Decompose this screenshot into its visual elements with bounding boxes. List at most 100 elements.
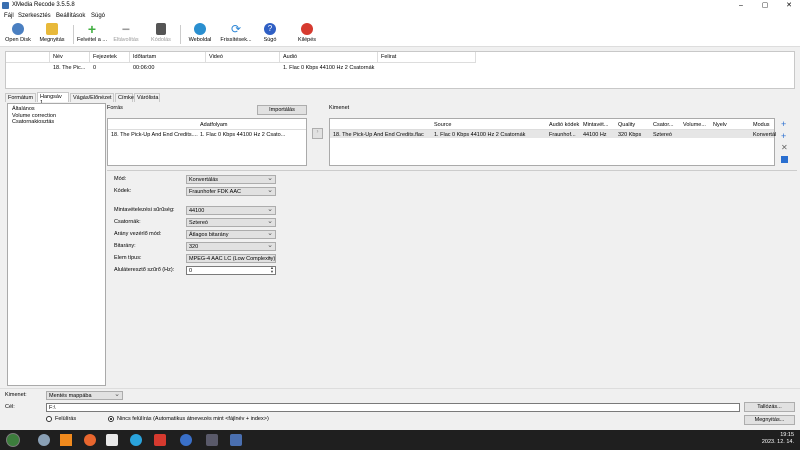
app-icon-3[interactable] (180, 434, 192, 446)
col-header-duration[interactable]: Időtartam (130, 52, 206, 63)
output-col-source: Source (434, 122, 452, 128)
refresh-icon: ⟳ (230, 22, 242, 36)
menu-help[interactable]: Súgó (91, 13, 105, 19)
overwrite-radio-label[interactable]: Felülírás (55, 416, 76, 422)
app-icon (2, 2, 9, 9)
telegram-icon[interactable] (130, 434, 142, 446)
col-header-video[interactable]: Videó (206, 52, 280, 63)
firefox-icon[interactable] (84, 434, 96, 446)
website-button[interactable]: Weboldal (184, 23, 216, 46)
open-disk-button[interactable]: Open Disk (3, 23, 33, 46)
codec-dropdown[interactable]: Fraunhofer FDK AAC (186, 186, 276, 196)
col-header-empty[interactable] (6, 52, 50, 63)
tab-queue[interactable]: Várólista (134, 93, 160, 102)
overwrite-radio[interactable] (46, 416, 52, 422)
globe-icon (194, 23, 206, 35)
settings-nav-list: Általános Volume correction Csatornakios… (7, 103, 106, 386)
tab-cut-preview[interactable]: Vágás/Előnézet (70, 93, 114, 102)
add-output-icon[interactable]: + (781, 120, 786, 129)
start-orb-icon[interactable] (6, 433, 20, 447)
add-copy-icon[interactable]: + (781, 132, 786, 141)
app-icon-2[interactable] (154, 434, 166, 446)
lowpass-label: Aluláteresztő szűrő (Hz): (114, 267, 175, 273)
samplerate-label: Mintavételezési sűrűség: (114, 207, 175, 213)
import-button[interactable]: Importálás (257, 105, 307, 115)
col-header-chapters[interactable]: Fejezetek (90, 52, 130, 63)
source-file-name: 18. The Pick-Up And End Credits.... (111, 132, 198, 138)
toolbar: Open Disk Megnyitás + Felvétel a ... − E… (0, 22, 800, 47)
source-stream-list[interactable]: Adatfolyam 18. The Pick-Up And End Credi… (107, 118, 307, 166)
output-stream-list[interactable]: Source Audió kódek Mintavét... Quality C… (329, 118, 777, 166)
folder-open-icon (46, 23, 58, 35)
source-stream: 1. Flac 0 Kbps 44100 Hz 2 Csato... (200, 132, 286, 138)
browse-button[interactable]: Tallózás... (744, 402, 795, 412)
delete-output-icon[interactable]: ✕ (781, 144, 788, 152)
stepper-arrows-icon[interactable]: ▲ ▼ (270, 266, 274, 274)
rate-control-dropdown[interactable]: Átlagos bitarány (186, 229, 276, 239)
bitrate-dropdown[interactable]: 320 (186, 241, 276, 251)
app-icon-1[interactable] (106, 434, 118, 446)
encode-button[interactable]: Kódolás (147, 23, 175, 46)
app-icon-4[interactable] (206, 434, 218, 446)
mode-dropdown[interactable]: Konvertálás (186, 174, 276, 184)
toolbar-separator (180, 25, 181, 44)
vlc-icon[interactable] (60, 434, 72, 446)
col-header-subtitle[interactable]: Felirat (378, 52, 476, 63)
output-source: 1. Flac 0 Kbps 44100 Hz 2 Csatornák (434, 132, 526, 138)
samplerate-dropdown[interactable]: 44100 (186, 205, 276, 215)
lowpass-value: 0 (189, 268, 193, 274)
no-overwrite-radio[interactable] (108, 416, 114, 422)
maximize-button[interactable]: ▢ (754, 0, 776, 12)
menu-edit[interactable]: Szerkesztés (18, 13, 51, 19)
file-explorer-icon[interactable] (38, 434, 50, 446)
exit-icon (301, 23, 313, 35)
menu-bar: Fájl Szerkesztés Beállítások Súgó (0, 12, 800, 22)
tab-tags[interactable]: Címke (115, 93, 134, 102)
title-bar: XMedia Recode 3.5.5.8 – ▢ ✕ (0, 0, 800, 12)
help-button[interactable]: ? Súgó (258, 23, 282, 46)
remove-button[interactable]: − Eltávolítás (111, 22, 141, 46)
add-stream-arrow-button[interactable]: › (312, 128, 323, 139)
mode-label: Mód: (114, 176, 127, 182)
close-button[interactable]: ✕ (778, 0, 800, 12)
menu-settings[interactable]: Beállítások (56, 13, 85, 19)
channels-dropdown[interactable]: Sztereó (186, 217, 276, 227)
clock-time: 19:15 (780, 432, 794, 438)
clock[interactable]: 19:15 2023. 12. 14. (762, 432, 794, 446)
element-type-dropdown[interactable]: MPEG-4 AAC LC (Low Complexity) (186, 254, 276, 263)
output-target-dropdown[interactable]: Mentés mappába (46, 390, 123, 400)
target-path-input[interactable]: F:\ (46, 403, 740, 412)
output-quality: 320 Kbps (618, 132, 642, 138)
file-audio-cell: 1. Flac 0 Kbps 44100 Hz 2 Csatornák (283, 65, 375, 71)
output-col-mode: Modus (753, 122, 770, 128)
output-col-codec: Audió kódek (549, 122, 580, 128)
bitrate-label: Bitarány: (114, 243, 136, 249)
exit-button[interactable]: Kilépés (292, 23, 322, 46)
output-channels: Sztereó (653, 132, 672, 138)
help-icon: ? (264, 23, 276, 35)
source-header-divider (108, 129, 306, 130)
file-chapters-cell: 0 (93, 65, 97, 71)
updates-button[interactable]: ⟳ Frissítések... (218, 23, 254, 46)
file-name-cell[interactable]: 18. The Pic... (53, 65, 85, 71)
output-col-samplerate: Mintavét... (583, 122, 609, 128)
encode-icon (156, 23, 166, 35)
properties-icon[interactable] (781, 156, 788, 163)
menu-file[interactable]: Fájl (4, 13, 14, 19)
tab-format[interactable]: Formátum (5, 93, 36, 102)
file-duration-cell: 00:06:00 (133, 65, 155, 71)
open-button[interactable]: Megnyitás (37, 23, 67, 46)
no-overwrite-radio-label[interactable]: Nincs felülírás (Automatikus átnevezés m… (117, 416, 269, 422)
open-output-button[interactable]: Megnyitás... (744, 415, 795, 425)
file-list[interactable]: Név Fejezetek Időtartam Videó Audió Feli… (5, 51, 795, 89)
lowpass-stepper[interactable]: 0 ▲ ▼ (186, 266, 276, 275)
xmedia-recode-taskbar-icon[interactable] (230, 434, 242, 446)
nav-item-channel-mapping[interactable]: Csatornakiosztás (8, 119, 105, 126)
col-header-name[interactable]: Név (50, 52, 90, 63)
tab-audio-track-1[interactable]: Hangsáv 1 (37, 92, 69, 106)
add-button[interactable]: + Felvétel a ... (76, 22, 108, 46)
col-header-audio[interactable]: Audió (280, 52, 378, 63)
minimize-button[interactable]: – (730, 0, 752, 12)
window-title: XMedia Recode 3.5.5.8 (12, 2, 75, 8)
output-mode: Konvertál (753, 132, 777, 138)
